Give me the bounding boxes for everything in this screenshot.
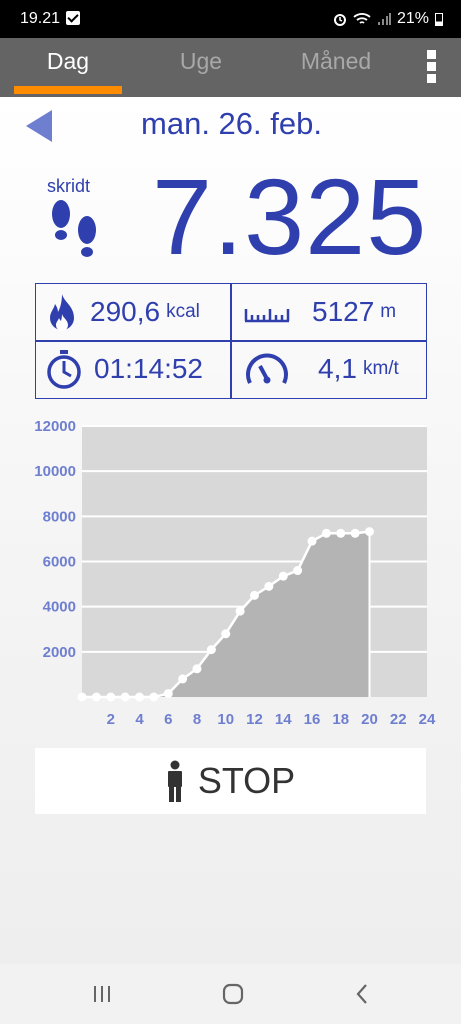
- chart-point: [120, 692, 130, 702]
- chart-y-tick-label: 8000: [43, 508, 76, 525]
- chart-point: [350, 528, 360, 538]
- date-label: man. 26. feb.: [141, 106, 322, 141]
- chart-x-tick-label: 20: [361, 711, 378, 728]
- chart-point: [264, 581, 274, 591]
- chart-point: [163, 689, 173, 699]
- overflow-menu-icon[interactable]: [424, 50, 438, 86]
- person-icon: [167, 760, 182, 802]
- chart-point: [91, 692, 101, 702]
- chart-point: [178, 674, 188, 684]
- hourly-steps-chart: 200040006000800010000120002 4 6 8 10 12 14 16 18…: [34, 418, 436, 728]
- chart-x-tick-label: 22: [390, 711, 407, 728]
- status-time: 19.21: [20, 10, 61, 27]
- stopwatch-icon: [47, 350, 81, 389]
- flame-icon: [50, 294, 74, 331]
- chart-x-tick-label: 16: [304, 711, 321, 728]
- tab-bar: Dag Uge Måned: [0, 38, 461, 97]
- chart-point: [135, 692, 144, 702]
- chart-point: [221, 629, 231, 639]
- chart-x-tick-label: 10: [217, 711, 234, 728]
- chart-point: [77, 692, 87, 702]
- chart-x-tick-label: 2: [107, 711, 115, 728]
- distance-stat: 5127 m: [244, 284, 396, 340]
- stop-button[interactable]: STOP: [35, 748, 426, 814]
- tab-month[interactable]: Måned: [282, 48, 390, 75]
- chart-y-tick-label: 12000: [34, 418, 76, 435]
- speed-value: 4,1: [318, 353, 357, 384]
- status-icons: 21%: [333, 10, 443, 28]
- tab-indicator: [14, 86, 122, 94]
- chart-point: [250, 590, 259, 600]
- chart-x-tick-label: 18: [332, 711, 349, 728]
- calories-unit: kcal: [166, 301, 200, 322]
- chart-point: [106, 692, 116, 702]
- battery-percent: 21%: [396, 10, 429, 27]
- chart-point: [235, 606, 245, 616]
- chart-x-tick-label: 12: [246, 711, 263, 728]
- chart-point: [293, 566, 303, 576]
- chart-y-tick-label: 10000: [34, 463, 76, 480]
- speed-unit: km/t: [362, 358, 399, 379]
- calories-stat: 290,6 kcal: [46, 284, 200, 340]
- steps-count: 7.325: [152, 156, 428, 277]
- chart-point: [192, 664, 202, 674]
- signal-icon: [377, 13, 391, 25]
- wifi-icon: [353, 13, 371, 24]
- distance-value: 5127: [312, 296, 375, 327]
- chart-y-tick-label: 2000: [43, 644, 76, 661]
- status-bar: 19.21 21%: [0, 0, 461, 38]
- notification-check-icon: [66, 11, 80, 25]
- recents-icon[interactable]: [90, 982, 114, 1006]
- duration-value: 01:14:52: [94, 353, 203, 384]
- system-nav-bar: [0, 964, 461, 1024]
- chart-y-tick-label: 4000: [43, 599, 76, 616]
- chart-y-tick-label: 6000: [43, 554, 76, 571]
- chart-point: [321, 528, 331, 538]
- footprints-icon: [52, 200, 96, 257]
- duration-stat: 01:14:52: [46, 341, 203, 397]
- chart-x-tick-label: 14: [275, 711, 292, 728]
- chart-point: [365, 527, 374, 537]
- chart-point: [307, 536, 317, 546]
- distance-unit: m: [380, 301, 397, 322]
- chart-point: [149, 692, 159, 702]
- home-icon[interactable]: [221, 982, 245, 1006]
- ruler-icon: [244, 309, 290, 323]
- battery-icon: [435, 12, 443, 26]
- chart-x-tick-label: 6: [164, 711, 172, 728]
- tab-week[interactable]: Uge: [150, 48, 252, 75]
- chart-x-tick-label: 4: [135, 711, 144, 728]
- back-icon[interactable]: [351, 982, 375, 1006]
- steps-label: skridt: [47, 176, 91, 196]
- tab-day[interactable]: Dag: [14, 48, 122, 75]
- speedometer-icon: [246, 353, 288, 384]
- calories-value: 290,6: [90, 296, 161, 327]
- chart-point: [336, 528, 346, 538]
- alarm-icon: [333, 14, 346, 26]
- chart-point: [278, 571, 288, 581]
- stats-grid: 290,6 kcal 5127 m 01:14:52 4,1 km/t: [35, 283, 427, 399]
- chart-x-tick-label: 24: [419, 711, 436, 728]
- stop-button-label: STOP: [197, 760, 296, 801]
- chart-x-tick-label: 8: [193, 711, 201, 728]
- speed-stat: 4,1 km/t: [244, 341, 399, 397]
- chart-point: [206, 645, 216, 655]
